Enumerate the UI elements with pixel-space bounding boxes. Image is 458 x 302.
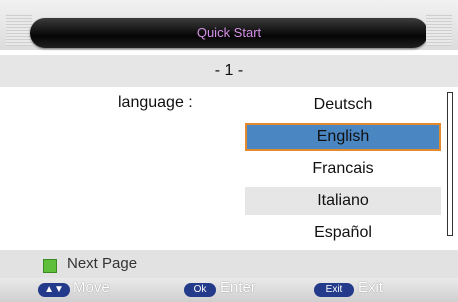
ok-key-icon: Ok [184, 283, 216, 297]
next-page-label: Next Page [67, 255, 138, 272]
page-indicator: - 1 - [0, 55, 458, 87]
language-settings-panel: language : Deutsch English Francais Ital… [0, 87, 458, 242]
title-bar: Quick Start [0, 0, 458, 50]
move-label: Move [73, 279, 110, 296]
title-pill: Quick Start [30, 18, 428, 48]
language-option-francais[interactable]: Francais [245, 155, 441, 183]
key-hint-bar: ▲▼ Move Ok Enter Exit Exit [0, 278, 458, 302]
language-option-english[interactable]: English [245, 123, 441, 151]
scrollbar-thumb[interactable] [448, 93, 452, 235]
language-option-espanol[interactable]: Español [245, 219, 441, 247]
language-options-list: Deutsch English Francais Italiano Españo… [245, 91, 441, 251]
green-button-icon [43, 259, 57, 273]
exit-key-icon: Exit [314, 283, 354, 297]
arrow-up-down-icon: ▲▼ [38, 283, 70, 297]
options-scrollbar[interactable] [447, 92, 453, 236]
language-option-italiano[interactable]: Italiano [245, 187, 441, 215]
enter-label: Enter [220, 279, 256, 296]
language-option-deutsch[interactable]: Deutsch [245, 91, 441, 119]
exit-label: Exit [358, 279, 384, 296]
language-label: language : [118, 94, 193, 111]
next-page-bar[interactable]: Next Page [0, 250, 458, 278]
page-title: Quick Start [196, 25, 262, 40]
title-bar-right-decoration [426, 14, 452, 46]
title-bar-left-decoration [6, 14, 32, 46]
